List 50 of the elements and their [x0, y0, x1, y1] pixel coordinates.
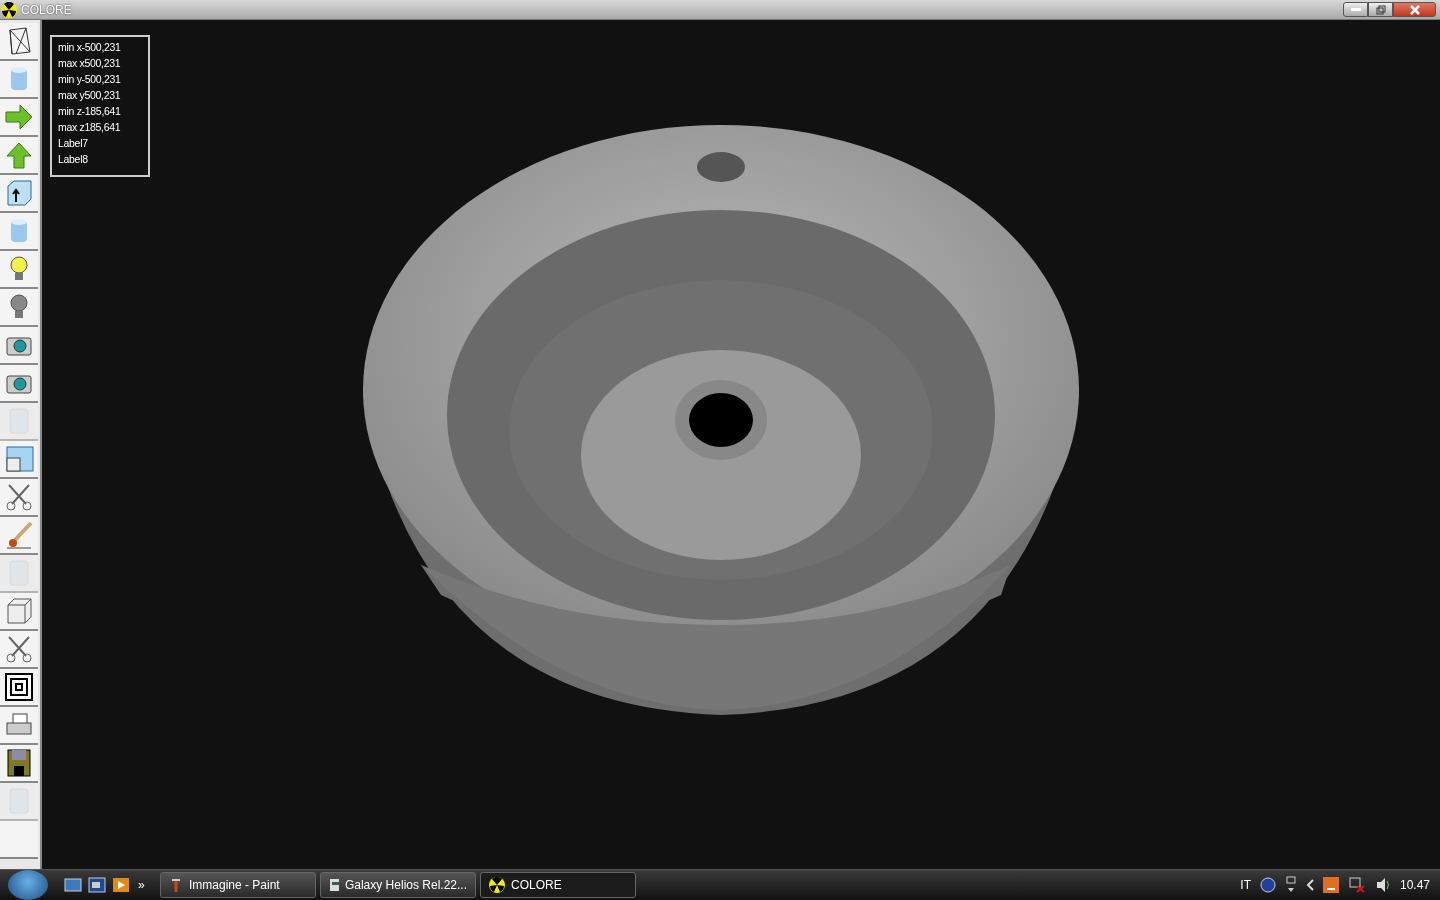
scissors-icon — [4, 634, 34, 664]
language-indicator[interactable]: IT — [1240, 878, 1251, 892]
chevron-left-icon[interactable] — [1305, 879, 1314, 891]
toolbar-button[interactable] — [0, 23, 38, 61]
scissors-icon — [4, 482, 34, 512]
close-button[interactable] — [1393, 2, 1436, 17]
window-switch-icon[interactable] — [88, 877, 106, 893]
arrow-up-icon — [4, 140, 34, 170]
toolbar-button[interactable] — [0, 175, 38, 213]
toolbar-button[interactable] — [0, 365, 38, 403]
desktop-icon[interactable] — [64, 877, 82, 893]
restore-icon — [1375, 4, 1386, 15]
java-icon[interactable] — [1322, 877, 1339, 893]
info-label: min x-500,231 — [58, 40, 122, 55]
media-player-icon[interactable] — [112, 877, 130, 893]
clock[interactable]: 10.47 — [1399, 878, 1430, 892]
info-label: max z185,641 — [58, 120, 122, 135]
brush-icon — [4, 520, 34, 550]
toolbar-button[interactable] — [0, 327, 38, 365]
info-label: min z-185,641 — [58, 104, 122, 119]
toolbar-button[interactable] — [0, 669, 38, 707]
close-icon — [1409, 4, 1420, 15]
paintbrush-icon — [169, 877, 183, 893]
info-label: max y500,231 — [58, 88, 122, 103]
speaker-icon[interactable] — [1374, 877, 1391, 893]
taskbar-button[interactable]: COLORE — [480, 872, 636, 898]
taskbar-button[interactable]: Immagine - Paint — [160, 872, 316, 898]
info-label: Label8 — [58, 152, 89, 167]
help-icon[interactable] — [1259, 877, 1276, 893]
box-arrow-icon — [4, 178, 34, 208]
info-label: Label7 — [58, 136, 89, 151]
minimize-icon — [1350, 8, 1361, 11]
radiation-icon — [1, 1, 17, 18]
network-icon[interactable] — [1284, 876, 1297, 894]
cube-icon — [4, 596, 34, 626]
restore-button[interactable] — [1368, 2, 1393, 17]
concentric-squares-icon — [4, 672, 34, 702]
info-label: min y-500,231 — [58, 72, 122, 87]
window-title: COLORE — [21, 2, 72, 17]
overflow-chevron[interactable]: » — [138, 878, 156, 892]
info-label: max x500,231 — [58, 56, 122, 71]
network-disconnected-icon[interactable] — [1347, 877, 1366, 893]
taskbar-button[interactable]: Galaxy Helios Rel.22... — [320, 872, 476, 898]
arrow-right-icon — [4, 102, 34, 132]
document-icon — [329, 878, 339, 892]
radiation-icon — [489, 877, 505, 893]
window-split-icon — [4, 444, 34, 474]
minimize-button[interactable] — [1343, 2, 1368, 17]
start-button[interactable] — [8, 870, 48, 900]
toolbar-button[interactable] — [0, 745, 38, 783]
